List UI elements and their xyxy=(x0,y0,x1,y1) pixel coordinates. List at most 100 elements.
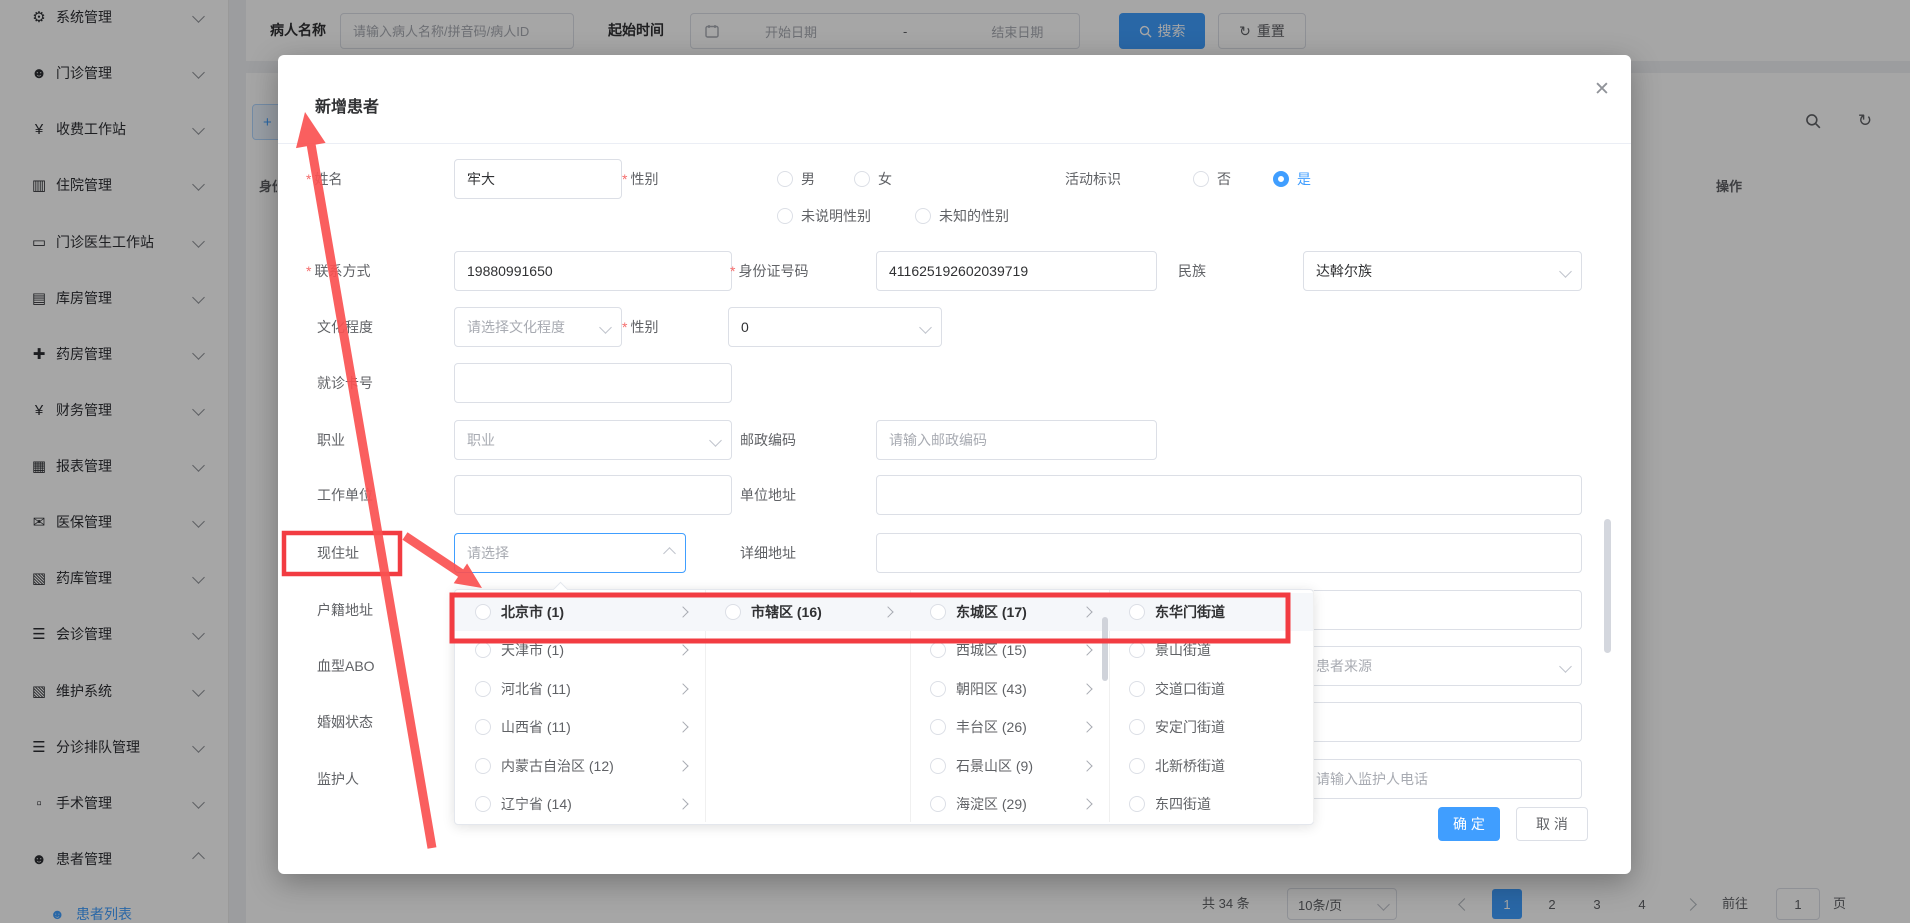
gender-code-select[interactable]: 0 xyxy=(728,307,942,347)
cascader-option[interactable]: 丰台区 (26) xyxy=(910,708,1109,746)
unit-address-input[interactable] xyxy=(876,475,1582,515)
radio-icon[interactable] xyxy=(725,604,741,620)
postal-code-input[interactable] xyxy=(876,420,1157,460)
ethnicity-label: 民族 xyxy=(1178,251,1206,291)
cascader-option-label: 辽宁省 (14) xyxy=(501,794,572,814)
id-number-label: *身份证号码 xyxy=(730,251,808,291)
work-unit-input[interactable] xyxy=(454,475,732,515)
cascader-option-label: 景山街道 xyxy=(1155,640,1211,660)
radio-icon[interactable] xyxy=(475,719,491,735)
ethnicity-select[interactable]: 达斡尔族 xyxy=(1303,251,1582,291)
cascader-option[interactable]: 东城区 (17) xyxy=(910,593,1109,631)
add-patient-modal: 新增患者 ✕ *姓名 *性别 男 女 活动标识 否 是 未说明性别 未知的性别 … xyxy=(278,55,1631,874)
cascader-option[interactable]: 景山街道 xyxy=(1109,631,1313,669)
blood-type-label: 血型ABO xyxy=(317,646,375,686)
cascader-option-label: 天津市 (1) xyxy=(501,640,564,660)
marital-status-right-input[interactable] xyxy=(1303,702,1582,742)
radio-icon[interactable] xyxy=(1129,796,1145,812)
contact-label: *联系方式 xyxy=(306,251,370,291)
cascader-option[interactable]: 辽宁省 (14) xyxy=(455,785,705,822)
radio-icon[interactable] xyxy=(1129,604,1145,620)
gender-radio-unstated[interactable]: 未说明性别 xyxy=(777,196,871,236)
cancel-button[interactable]: 取 消 xyxy=(1516,807,1588,841)
cascader-option[interactable]: 河北省 (11) xyxy=(455,670,705,708)
gender-radio-unknown[interactable]: 未知的性别 xyxy=(915,196,1009,236)
cascader-option[interactable]: 石景山区 (9) xyxy=(910,747,1109,785)
guardian-label: 监护人 xyxy=(317,759,359,799)
chevron-down-icon xyxy=(1561,263,1570,279)
cascader-option-label: 交道口街道 xyxy=(1155,679,1225,699)
radio-icon[interactable] xyxy=(930,796,946,812)
chevron-right-icon xyxy=(1083,680,1091,698)
radio-icon[interactable] xyxy=(475,642,491,658)
cascader-option[interactable]: 东华门街道 xyxy=(1109,593,1313,631)
unit-address-label: 单位地址 xyxy=(740,475,796,515)
radio-icon[interactable] xyxy=(930,719,946,735)
chevron-down-icon xyxy=(711,432,720,448)
radio-icon[interactable] xyxy=(1129,642,1145,658)
radio-icon[interactable] xyxy=(1129,719,1145,735)
chevron-down-icon xyxy=(921,319,930,335)
cascader-option[interactable]: 天津市 (1) xyxy=(455,631,705,669)
registered-address-right-input[interactable] xyxy=(1303,590,1582,630)
gender-radio-female[interactable]: 女 xyxy=(854,159,892,199)
radio-icon[interactable] xyxy=(475,604,491,620)
detail-address-input[interactable] xyxy=(876,533,1582,573)
close-icon[interactable]: ✕ xyxy=(1590,77,1614,101)
gender-label: *性别 xyxy=(622,159,658,199)
postal-code-label: 邮政编码 xyxy=(740,420,796,460)
cascader-option-label: 内蒙古自治区 (12) xyxy=(501,756,614,776)
cascader-district-column: 东城区 (17) 西城区 (15)朝阳区 (43)丰台区 (26)石景山区 (9)… xyxy=(910,590,1110,822)
occupation-label: 职业 xyxy=(317,420,345,460)
cascader-option[interactable]: 海淀区 (29) xyxy=(910,785,1109,822)
cascader-option-label: 东城区 (17) xyxy=(956,602,1027,622)
cascader-option[interactable]: 北新桥街道 xyxy=(1109,747,1313,785)
cascader-option[interactable]: 北京市 (1) xyxy=(455,593,705,631)
radio-icon[interactable] xyxy=(475,796,491,812)
patient-source-select[interactable]: 患者来源 xyxy=(1303,646,1582,686)
guardian-phone-input[interactable] xyxy=(1303,759,1582,799)
id-number-input[interactable] xyxy=(876,251,1157,291)
cascader-option-label: 河北省 (11) xyxy=(501,679,571,699)
chevron-right-icon xyxy=(679,795,687,813)
contact-input[interactable] xyxy=(454,251,732,291)
chevron-up-icon xyxy=(665,545,674,561)
modal-scrollbar[interactable] xyxy=(1604,519,1611,653)
radio-icon[interactable] xyxy=(1129,758,1145,774)
visit-card-input[interactable] xyxy=(454,363,732,403)
registered-address-label: 户籍地址 xyxy=(317,590,373,630)
cascader-option[interactable]: 朝阳区 (43) xyxy=(910,670,1109,708)
radio-icon[interactable] xyxy=(930,604,946,620)
work-unit-label: 工作单位 xyxy=(317,475,373,515)
cascader-scrollbar[interactable] xyxy=(1102,617,1108,681)
active-flag-radio-yes[interactable]: 是 xyxy=(1273,159,1311,199)
gender-code-label: *性别 xyxy=(622,307,658,347)
radio-icon[interactable] xyxy=(930,642,946,658)
current-address-cascader[interactable]: 请选择 xyxy=(454,533,686,573)
cascader-option[interactable]: 东四街道 xyxy=(1109,785,1313,822)
cascader-option[interactable]: 内蒙古自治区 (12) xyxy=(455,747,705,785)
cascader-option-label: 市辖区 (16) xyxy=(751,602,822,622)
chevron-down-icon xyxy=(601,319,610,335)
cascader-option[interactable]: 交道口街道 xyxy=(1109,670,1313,708)
radio-icon[interactable] xyxy=(930,758,946,774)
education-label: 文化程度 xyxy=(317,307,373,347)
radio-icon[interactable] xyxy=(475,758,491,774)
cascader-option[interactable]: 山西省 (11) xyxy=(455,708,705,746)
confirm-button[interactable]: 确 定 xyxy=(1438,807,1500,841)
cascader-option-label: 海淀区 (29) xyxy=(956,794,1027,814)
active-flag-radio-no[interactable]: 否 xyxy=(1193,159,1231,199)
cascader-option[interactable]: 市辖区 (16) xyxy=(705,593,910,631)
radio-icon[interactable] xyxy=(1129,681,1145,697)
cascader-option[interactable]: 安定门街道 xyxy=(1109,708,1313,746)
cascader-option[interactable]: 西城区 (15) xyxy=(910,631,1109,669)
occupation-select[interactable]: 职业 xyxy=(454,420,732,460)
chevron-right-icon xyxy=(884,603,892,621)
radio-icon[interactable] xyxy=(930,681,946,697)
education-select[interactable]: 请选择文化程度 xyxy=(454,307,622,347)
cascader-option-label: 东四街道 xyxy=(1155,794,1211,814)
gender-radio-male[interactable]: 男 xyxy=(777,159,815,199)
name-input[interactable] xyxy=(454,159,622,199)
radio-icon[interactable] xyxy=(475,681,491,697)
cascader-option-label: 东华门街道 xyxy=(1155,602,1225,622)
